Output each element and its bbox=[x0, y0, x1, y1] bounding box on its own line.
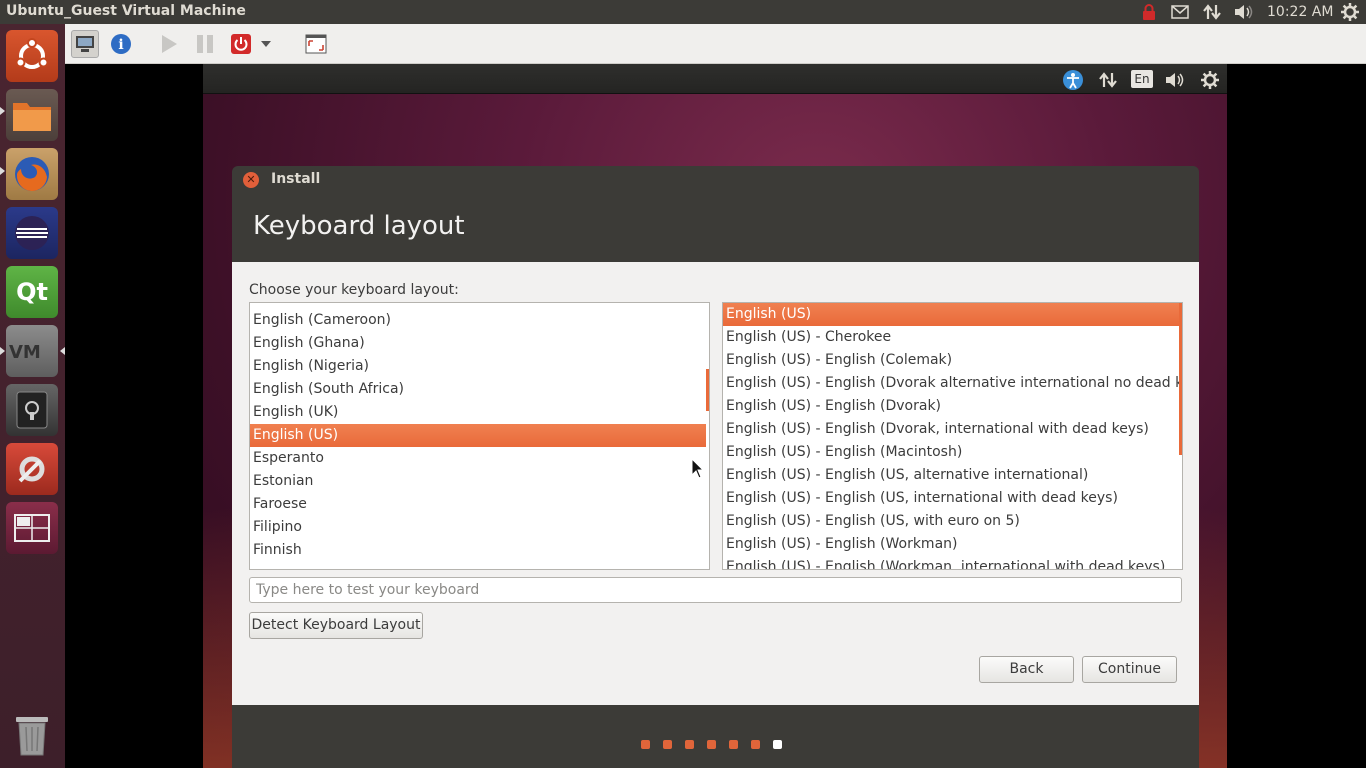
list-item[interactable]: English (US) - English (Workman, interna… bbox=[723, 556, 1179, 569]
list-item[interactable]: Estonian bbox=[250, 470, 706, 493]
safe-icon[interactable] bbox=[6, 384, 58, 436]
lock-icon[interactable] bbox=[1141, 2, 1157, 22]
vmware-icon[interactable]: VM bbox=[6, 325, 58, 377]
trash-icon[interactable] bbox=[6, 708, 58, 760]
accessibility-icon[interactable] bbox=[1062, 69, 1084, 91]
host-top-panel: Ubuntu_Guest Virtual Machine 10:22 AM bbox=[0, 0, 1366, 24]
list-item[interactable]: English (US) - English (Macintosh) bbox=[723, 441, 1179, 464]
vm-toolbar: i bbox=[65, 24, 1366, 64]
list-item[interactable]: English (US) - English (Dvorak) bbox=[723, 395, 1179, 418]
info-icon[interactable]: i bbox=[107, 30, 135, 58]
vm-screen[interactable]: En ✕ Install Keyboard layout Choose your… bbox=[203, 64, 1227, 768]
list-item[interactable]: English (US) - English (Colemak) bbox=[723, 349, 1179, 372]
progress-dot bbox=[663, 740, 672, 749]
fullscreen-icon[interactable] bbox=[302, 30, 330, 58]
keyboard-language-list[interactable]: English (Cameroon) English (Ghana) Engli… bbox=[249, 302, 710, 570]
list-item[interactable]: English (US) - English (Workman) bbox=[723, 533, 1179, 556]
progress-dot bbox=[641, 740, 650, 749]
qt-creator-icon[interactable]: Qt bbox=[6, 266, 58, 318]
continue-button[interactable]: Continue bbox=[1082, 656, 1177, 683]
language-indicator[interactable]: En bbox=[1131, 70, 1153, 88]
list-item[interactable]: English (US) - Cherokee bbox=[723, 326, 1179, 349]
list-item[interactable]: Faroese bbox=[250, 493, 706, 516]
network-icon[interactable] bbox=[1097, 69, 1119, 91]
firefox-icon[interactable] bbox=[6, 148, 58, 200]
volume-icon[interactable] bbox=[1234, 2, 1254, 22]
power-icon[interactable] bbox=[227, 30, 255, 58]
files-icon[interactable] bbox=[6, 89, 58, 141]
svg-text:VM: VM bbox=[9, 342, 41, 363]
list-item[interactable]: English (US) - English (US, with euro on… bbox=[723, 510, 1179, 533]
list-item[interactable]: English (US) - English (Dvorak alternati… bbox=[723, 372, 1182, 395]
install-dialog: ✕ Install Keyboard layout Choose your ke… bbox=[232, 166, 1199, 768]
dialog-window-title: Install bbox=[271, 171, 321, 187]
list-item[interactable]: English (South Africa) bbox=[250, 378, 706, 401]
list-item[interactable]: English (Ghana) bbox=[250, 332, 706, 355]
progress-dot bbox=[729, 740, 738, 749]
list-item[interactable]: English (US) - English (Dvorak, internat… bbox=[723, 418, 1179, 441]
play-icon[interactable] bbox=[155, 30, 183, 58]
close-icon[interactable]: ✕ bbox=[243, 172, 259, 188]
list-item[interactable]: English (Cameroon) bbox=[250, 309, 706, 332]
progress-dot bbox=[773, 740, 782, 749]
host-window-title: Ubuntu_Guest Virtual Machine bbox=[6, 3, 246, 19]
running-indicator bbox=[0, 107, 5, 115]
dialog-footer bbox=[232, 705, 1199, 768]
workspace-switcher-icon[interactable] bbox=[6, 502, 58, 554]
pause-icon[interactable] bbox=[191, 30, 219, 58]
host-clock[interactable]: 10:22 AM bbox=[1267, 4, 1333, 20]
running-indicator bbox=[60, 347, 65, 355]
list-item[interactable]: English (US) - English (US, internationa… bbox=[723, 487, 1179, 510]
launcher: Qt VM bbox=[0, 24, 65, 768]
keyboard-variant-list[interactable]: English (US) English (US) - Cherokee Eng… bbox=[722, 302, 1183, 570]
system-settings-icon[interactable] bbox=[6, 443, 58, 495]
running-indicator bbox=[0, 167, 5, 175]
mouse-cursor-icon bbox=[691, 457, 705, 484]
page-title: Keyboard layout bbox=[253, 211, 465, 241]
detect-keyboard-layout-button[interactable]: Detect Keyboard Layout bbox=[249, 612, 423, 639]
network-icon[interactable] bbox=[1203, 2, 1221, 22]
display-icon[interactable] bbox=[71, 30, 99, 58]
back-button[interactable]: Back bbox=[979, 656, 1074, 683]
list-item[interactable]: English (UK) bbox=[250, 401, 706, 424]
svg-text:i: i bbox=[118, 37, 123, 53]
running-indicator bbox=[0, 347, 5, 355]
list-item[interactable]: English (US) - English (US, alternative … bbox=[723, 464, 1179, 487]
progress-dot bbox=[707, 740, 716, 749]
left-list-scrollbar[interactable] bbox=[706, 369, 709, 411]
list-item[interactable]: Esperanto bbox=[250, 447, 706, 470]
ubuntu-dash-icon[interactable] bbox=[6, 30, 58, 82]
dropdown-arrow-icon[interactable] bbox=[258, 30, 274, 58]
guest-top-panel: En bbox=[203, 64, 1227, 94]
list-item[interactable]: Finnish bbox=[250, 539, 706, 562]
right-list-scrollbar[interactable] bbox=[1179, 303, 1182, 455]
choose-layout-label: Choose your keyboard layout: bbox=[249, 282, 459, 298]
list-item-selected[interactable]: English (US) bbox=[723, 303, 1179, 326]
list-item-selected[interactable]: English (US) bbox=[250, 424, 706, 447]
progress-dot bbox=[751, 740, 760, 749]
progress-dot bbox=[685, 740, 694, 749]
list-item[interactable]: Filipino bbox=[250, 516, 706, 539]
eclipse-icon[interactable] bbox=[6, 207, 58, 259]
keyboard-test-input[interactable] bbox=[249, 577, 1182, 603]
mail-icon[interactable] bbox=[1171, 2, 1189, 22]
settings-gear-icon[interactable] bbox=[1341, 2, 1359, 22]
settings-gear-icon[interactable] bbox=[1199, 69, 1221, 91]
dialog-header: ✕ Install Keyboard layout bbox=[232, 166, 1199, 262]
volume-icon[interactable] bbox=[1164, 69, 1186, 91]
list-item[interactable]: English (Nigeria) bbox=[250, 355, 706, 378]
